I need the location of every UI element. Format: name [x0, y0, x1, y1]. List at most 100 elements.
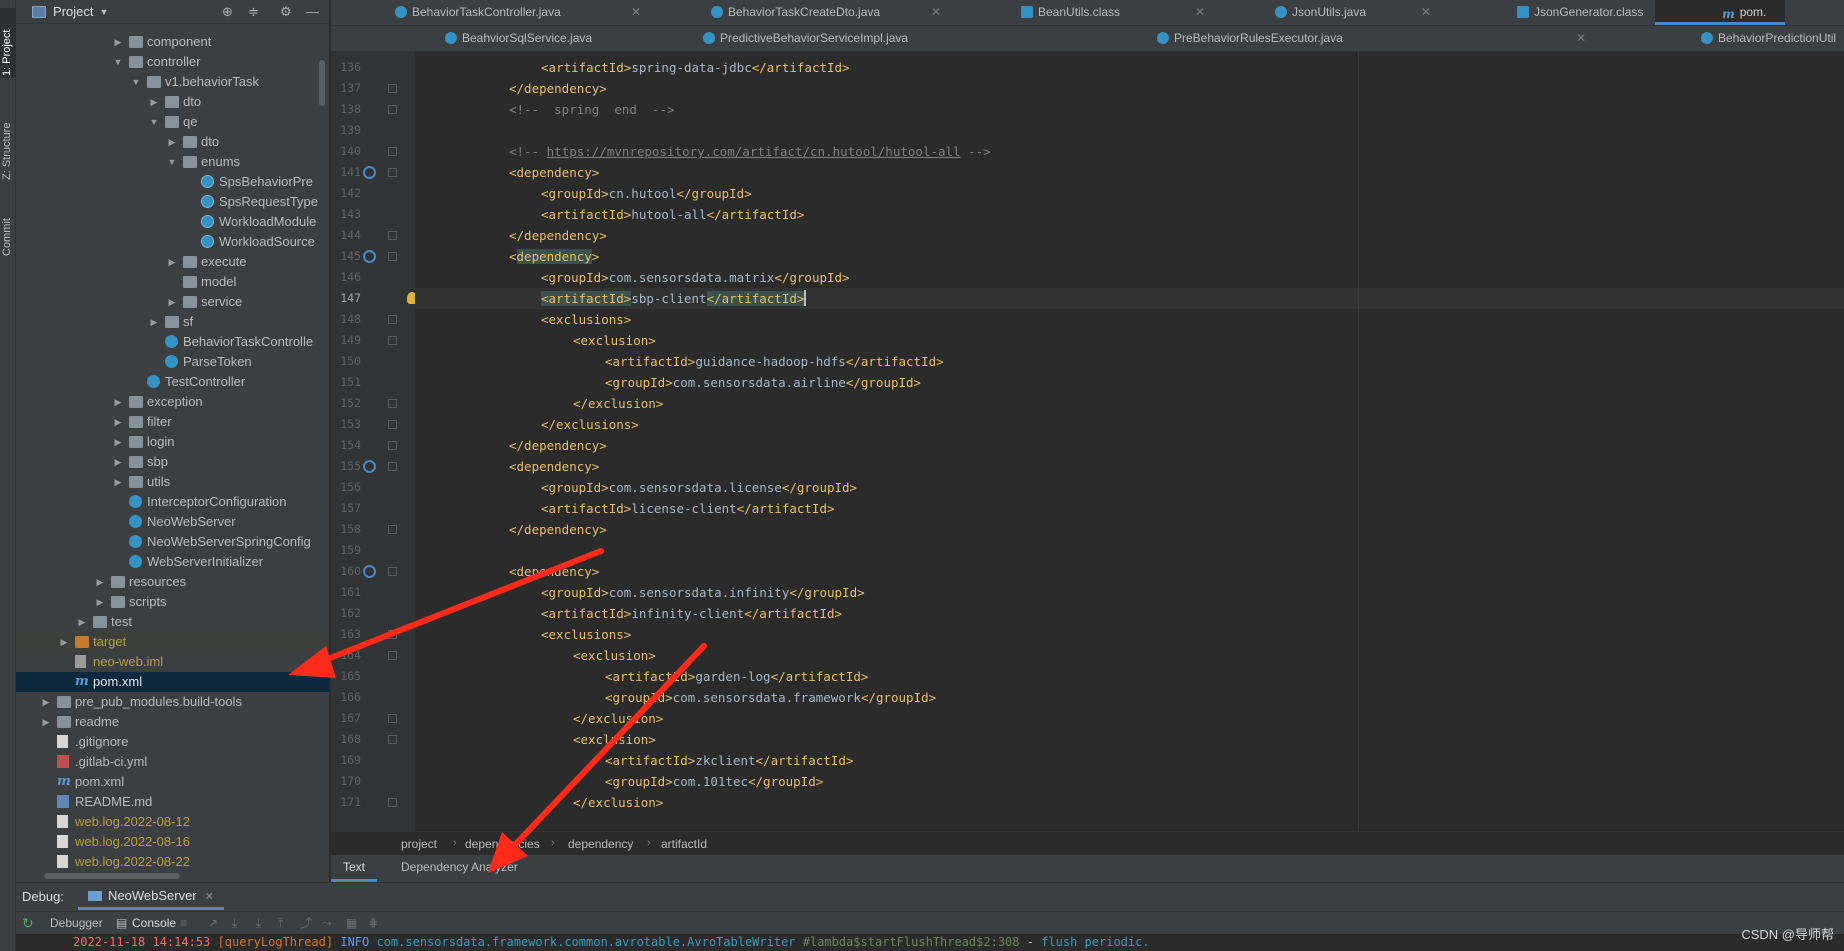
code-line[interactable]: <artifactId>spring-data-jdbc</artifactId… — [415, 57, 850, 78]
tree-item[interactable]: web.log.2022-08-16 — [16, 832, 329, 852]
fold-marker-icon[interactable] — [388, 567, 397, 576]
tree-item[interactable]: WorkloadModule — [16, 212, 329, 232]
fold-marker-icon[interactable] — [388, 651, 397, 660]
fold-marker-icon[interactable] — [388, 252, 397, 261]
structure-tool-tab[interactable]: Z: Structure — [0, 98, 16, 182]
project-tool-tab[interactable]: 1: Project — [0, 8, 16, 78]
tab-dependency-analyzer[interactable]: Dependency Analyzer — [389, 855, 530, 882]
tree-item[interactable]: WebServerInitializer — [16, 552, 329, 572]
close-tab-icon[interactable]: ✕ — [1421, 0, 1431, 25]
code-line[interactable]: <dependency> — [415, 162, 599, 183]
dependency-refresh-icon[interactable] — [363, 460, 376, 473]
chevron-right-icon[interactable]: ▶ — [95, 572, 105, 592]
code-line[interactable]: <groupId>com.sensorsdata.airline</groupI… — [415, 372, 921, 393]
fold-marker-icon[interactable] — [388, 336, 397, 345]
code-line[interactable]: <dependency> — [415, 561, 599, 582]
code-line[interactable]: <groupId>com.sensorsdata.infinity</group… — [415, 582, 865, 603]
breadcrumb-dependency[interactable]: dependency — [568, 837, 633, 851]
tree-item[interactable]: InterceptorConfiguration — [16, 492, 329, 512]
commit-tool-tab[interactable]: Commit — [0, 198, 16, 258]
chevron-right-icon[interactable]: ▶ — [41, 712, 51, 732]
editor-tab[interactable]: PreBehaviorRulesExecutor.java — [1157, 26, 1343, 51]
evaluate-expression-icon[interactable]: ▦ — [346, 917, 358, 929]
menu-icon[interactable]: ≡ — [180, 917, 192, 929]
tree-item[interactable]: web.log.2022-08-22 — [16, 852, 329, 872]
code-line[interactable]: <!-- spring end --> — [415, 99, 675, 120]
chevron-down-icon[interactable]: ▼ — [167, 152, 177, 172]
tree-item[interactable]: ▶ component — [16, 32, 329, 52]
tree-item[interactable]: ▼ controller — [16, 52, 329, 72]
collapse-all-icon[interactable]: ≑ — [248, 5, 259, 19]
tree-item[interactable]: ▶ scripts — [16, 592, 329, 612]
editor-tab[interactable]: BehaviorTaskCreateDto.java — [711, 0, 880, 25]
tree-item[interactable]: ▶ execute — [16, 252, 329, 272]
chevron-down-icon[interactable]: ▼ — [149, 112, 159, 132]
chevron-right-icon[interactable]: ▶ — [113, 432, 123, 452]
fold-marker-icon[interactable] — [388, 168, 397, 177]
fold-marker-icon[interactable] — [388, 420, 397, 429]
tree-item[interactable]: ▶ pre_pub_modules.build-tools — [16, 692, 329, 712]
tree-item[interactable]: ▼ qe — [16, 112, 329, 132]
chevron-down-icon[interactable]: ▼ — [131, 72, 141, 92]
tree-item[interactable]: ▶ test — [16, 612, 329, 632]
code-line[interactable]: <artifactId>sbp-client</artifactId> — [415, 288, 1844, 309]
fold-marker-icon[interactable] — [388, 525, 397, 534]
close-icon[interactable]: ✕ — [205, 891, 214, 903]
tree-item[interactable]: .gitlab-ci.yml — [16, 752, 329, 772]
editor-tab[interactable]: BehaviorTaskController.java — [395, 0, 561, 25]
drop-frame-icon[interactable]: ⤴ — [300, 917, 312, 929]
tree-item[interactable]: m pom.xml — [16, 672, 329, 692]
code-line[interactable]: </dependency> — [415, 78, 607, 99]
code-line[interactable]: <exclusion> — [415, 330, 656, 351]
code-line[interactable]: </exclusion> — [415, 792, 663, 813]
tree-item[interactable]: m pom.xml — [16, 772, 329, 792]
editor-tab[interactable]: BeanUtils.class — [1021, 0, 1120, 25]
editor-tab[interactable]: JsonGenerator.class — [1517, 0, 1643, 25]
editor-tab[interactable]: m pom. — [1655, 0, 1785, 25]
code-line[interactable]: <!-- https://mvnrepository.com/artifact/… — [415, 141, 991, 162]
fold-marker-icon[interactable] — [388, 735, 397, 744]
tree-item[interactable]: SpsBehaviorPre — [16, 172, 329, 192]
chevron-right-icon[interactable]: ▶ — [167, 132, 177, 152]
tab-text[interactable]: Text — [331, 855, 378, 882]
show-execution-point-icon[interactable]: ↗ — [208, 917, 220, 929]
breadcrumb-artifactid[interactable]: artifactId — [661, 837, 707, 851]
editor-tab[interactable]: PredictiveBehaviorServiceImpl.java — [703, 26, 908, 51]
trace-icon[interactable]: ⋕ — [368, 917, 380, 929]
code-line[interactable]: <artifactId>license-client</artifactId> — [415, 498, 835, 519]
chevron-right-icon[interactable]: ▶ — [41, 692, 51, 712]
dependency-refresh-icon[interactable] — [363, 250, 376, 263]
chevron-right-icon[interactable]: ▶ — [113, 452, 123, 472]
chevron-right-icon[interactable]: ▶ — [149, 312, 159, 332]
code-line[interactable]: </dependency> — [415, 225, 607, 246]
tree-item[interactable]: SpsRequestType — [16, 192, 329, 212]
tree-item[interactable]: ▶ dto — [16, 132, 329, 152]
chevron-right-icon[interactable]: ▶ — [113, 472, 123, 492]
gear-icon[interactable]: ⚙ — [280, 5, 292, 19]
step-out-icon[interactable]: ⤒ — [278, 917, 290, 929]
breadcrumb-dependencies[interactable]: dependencies — [465, 837, 540, 851]
tree-item[interactable]: WorkloadSource — [16, 232, 329, 252]
tree-item[interactable]: ▼ v1.behaviorTask — [16, 72, 329, 92]
close-tab-icon[interactable]: ✕ — [1195, 0, 1205, 25]
code-line[interactable]: <exclusions> — [415, 624, 631, 645]
tree-item[interactable]: ▶ sbp — [16, 452, 329, 472]
tree-item[interactable]: ▶ readme — [16, 712, 329, 732]
code-line[interactable]: <artifactId>guidance-hadoop-hdfs</artifa… — [415, 351, 944, 372]
locate-icon[interactable]: ⊕ — [222, 5, 233, 19]
code-link[interactable]: https://mvnrepository.com/artifact/cn.hu… — [547, 144, 961, 159]
dependency-refresh-icon[interactable] — [363, 565, 376, 578]
fold-marker-icon[interactable] — [388, 231, 397, 240]
chevron-right-icon[interactable]: ▶ — [95, 592, 105, 612]
chevron-right-icon[interactable]: ▶ — [77, 612, 87, 632]
code-line[interactable]: </dependency> — [415, 435, 607, 456]
editor-tab[interactable]: BeahviorSqlService.java — [445, 26, 592, 51]
fold-marker-icon[interactable] — [388, 462, 397, 471]
fold-marker-icon[interactable] — [388, 399, 397, 408]
code-line[interactable]: <groupId>com.sensorsdata.matrix</groupId… — [415, 267, 850, 288]
close-tab-icon[interactable]: ✕ — [1576, 26, 1586, 51]
chevron-right-icon[interactable]: ▶ — [113, 32, 123, 52]
hide-panel-icon[interactable]: — — [306, 5, 319, 19]
code-line[interactable]: </exclusion> — [415, 708, 663, 729]
tree-item[interactable]: web.log.2022-08-12 — [16, 812, 329, 832]
